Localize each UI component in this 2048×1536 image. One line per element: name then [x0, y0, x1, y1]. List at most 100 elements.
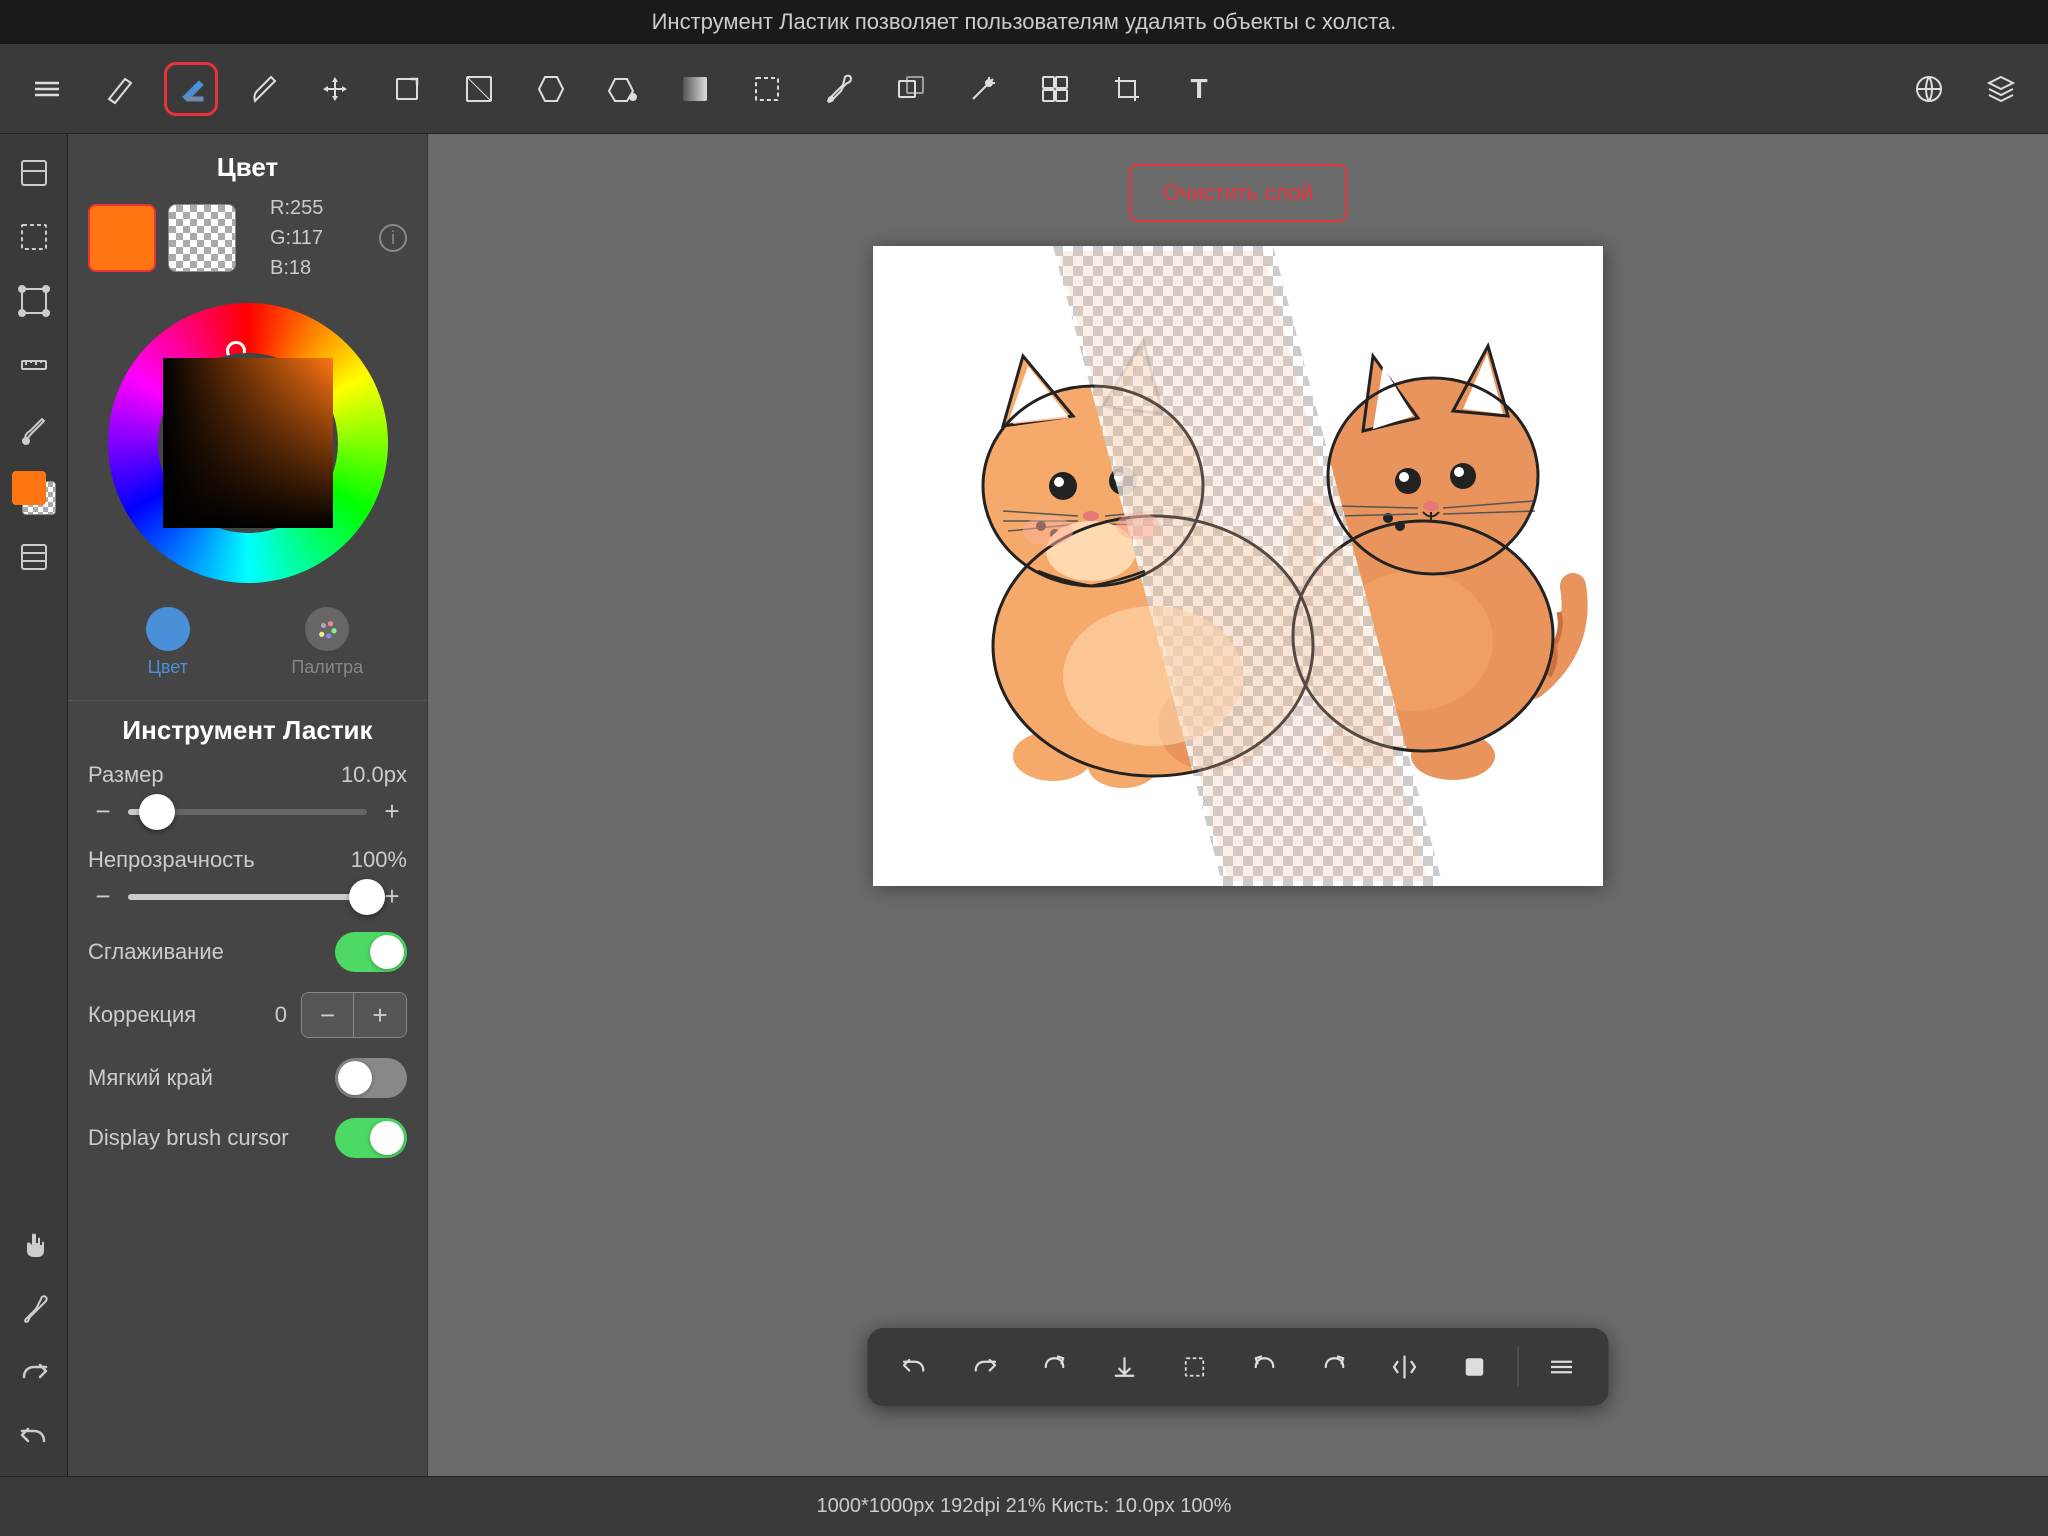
color-wheel[interactable] [108, 303, 388, 583]
main-layout: Цвет R:255 G:117 B:18 i [0, 134, 2048, 1476]
canvas-icon[interactable] [9, 148, 59, 198]
hand-tool-icon[interactable] [9, 1220, 59, 1270]
soft-edge-toggle-knob [338, 1061, 372, 1095]
tool-title: Инструмент Ластик [88, 715, 407, 746]
pencil-tool[interactable] [92, 62, 146, 116]
status-bar: 1000*1000px 192dpi 21% Кисть: 10.0px 100… [0, 1476, 2048, 1536]
layer-icon-bottom[interactable] [1448, 1340, 1502, 1394]
globe-tool[interactable] [1902, 62, 1956, 116]
tab-color[interactable]: Цвет [88, 599, 248, 686]
sidebar-transform-icon[interactable] [9, 276, 59, 326]
rgb-r: R:255 [270, 193, 323, 223]
opacity-decrease-btn[interactable]: − [88, 881, 118, 912]
menu-icon-bottom[interactable] [1535, 1340, 1589, 1394]
fill-tool[interactable] [524, 62, 578, 116]
rotate-ccw-icon[interactable] [1238, 1340, 1292, 1394]
smoothing-toggle-knob [370, 935, 404, 969]
palette-tab-label: Палитра [291, 657, 363, 678]
layer-group-tool[interactable] [1028, 62, 1082, 116]
canvas-wrapper[interactable] [873, 246, 1603, 886]
color-info-button[interactable]: i [379, 224, 407, 252]
primary-color-swatch[interactable] [88, 204, 156, 272]
top-info-bar: Инструмент Ластик позволяет пользователя… [0, 0, 2048, 44]
canvas-area: Очистить слой [428, 134, 2048, 1476]
transform-tool[interactable] [380, 62, 434, 116]
rgb-g: G:117 [270, 223, 323, 253]
sidebar-brush-icon[interactable] [9, 404, 59, 454]
info-text: Инструмент Ластик позволяет пользователя… [652, 9, 1397, 35]
display-cursor-label: Display brush cursor [88, 1125, 289, 1151]
sidebar-color-swatch[interactable] [9, 468, 59, 518]
soft-edge-toggle[interactable] [335, 1058, 407, 1098]
crop-icon-bottom[interactable] [1168, 1340, 1222, 1394]
size-slider-track[interactable] [128, 809, 367, 815]
undo-icon[interactable] [9, 1412, 59, 1462]
left-panel: Цвет R:255 G:117 B:18 i [68, 134, 428, 1476]
size-decrease-btn[interactable]: − [88, 796, 118, 827]
layers-tool[interactable] [1974, 62, 2028, 116]
text-tool[interactable]: T [1172, 62, 1226, 116]
soft-edge-label: Мягкий край [88, 1065, 213, 1091]
left-sidebar [0, 134, 68, 1476]
display-cursor-row: Display brush cursor [88, 1118, 407, 1158]
correction-decrease-btn[interactable]: − [302, 993, 354, 1037]
palette-tab-icon [305, 607, 349, 651]
gradient-tool[interactable] [668, 62, 722, 116]
main-toolbar: T [0, 44, 2048, 134]
size-increase-btn[interactable]: + [377, 796, 407, 827]
undo-btn[interactable] [888, 1340, 942, 1394]
text-tool-label: T [1190, 73, 1207, 105]
menu-button[interactable] [20, 62, 74, 116]
rgb-b: B:18 [270, 253, 323, 283]
tab-palette[interactable]: Палитра [248, 599, 408, 686]
display-cursor-toggle[interactable] [335, 1118, 407, 1158]
correction-value: 0 [275, 1002, 287, 1028]
bottom-toolbar [868, 1328, 1609, 1406]
size-slider-row: Размер 10.0px − + [88, 762, 407, 827]
selection-rect-tool[interactable] [740, 62, 794, 116]
sidebar-eyedropper-icon[interactable] [9, 1284, 59, 1334]
clone-tool[interactable] [884, 62, 938, 116]
size-value: 10.0px [341, 762, 407, 788]
ruler-icon[interactable] [9, 340, 59, 390]
correction-controls: − + [301, 992, 407, 1038]
status-text: 1000*1000px 192dpi 21% Кисть: 10.0px 100… [817, 1495, 1232, 1518]
correction-increase-btn[interactable]: + [354, 993, 406, 1037]
redo-icon[interactable] [9, 1348, 59, 1398]
rotate-cw-icon[interactable] [1308, 1340, 1362, 1394]
color-tab-icon [146, 607, 190, 651]
sidebar-layer-icon[interactable] [9, 532, 59, 582]
correction-label: Коррекция [88, 1002, 196, 1028]
eyedropper-tool[interactable] [812, 62, 866, 116]
flip-icon[interactable] [1378, 1340, 1432, 1394]
move-tool[interactable] [308, 62, 362, 116]
toolbar-divider [1518, 1347, 1519, 1387]
redo-btn[interactable] [958, 1340, 1012, 1394]
correction-row: Коррекция 0 − + [88, 992, 407, 1038]
rotate-icon[interactable] [1028, 1340, 1082, 1394]
eraser-tool[interactable] [164, 62, 218, 116]
display-cursor-toggle-knob [370, 1121, 404, 1155]
paint-bucket-tool[interactable] [596, 62, 650, 116]
magic-wand-tool[interactable] [956, 62, 1010, 116]
soft-edge-row: Мягкий край [88, 1058, 407, 1098]
brush-tool[interactable] [236, 62, 290, 116]
color-tabs: Цвет Палитра [68, 599, 427, 700]
download-icon[interactable] [1098, 1340, 1152, 1394]
tool-settings-section: Инструмент Ластик Размер 10.0px − + [68, 700, 427, 1192]
color-tab-label: Цвет [148, 657, 188, 678]
cat-drawing [873, 246, 1603, 886]
crop-tool[interactable] [1100, 62, 1154, 116]
opacity-slider-row: Непрозрачность 100% − + [88, 847, 407, 912]
smoothing-toggle[interactable] [335, 932, 407, 972]
secondary-color-swatch[interactable] [168, 204, 236, 272]
clear-layer-button[interactable]: Очистить слой [1129, 164, 1348, 222]
color-section-title: Цвет [68, 134, 427, 193]
color-picker-square[interactable] [163, 358, 333, 528]
warp-tool[interactable] [452, 62, 506, 116]
selection-icon[interactable] [9, 212, 59, 262]
opacity-slider-track[interactable] [128, 894, 367, 900]
opacity-label: Непрозрачность [88, 847, 255, 873]
color-wheel-container[interactable] [68, 293, 427, 599]
opacity-value: 100% [351, 847, 407, 873]
